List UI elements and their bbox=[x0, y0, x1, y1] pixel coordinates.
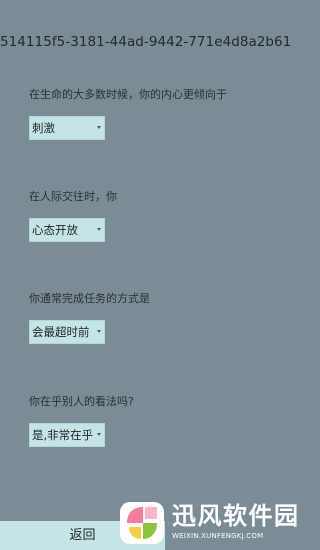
dropdown-arrow-icon bbox=[97, 228, 101, 231]
dropdown-arrow-icon bbox=[97, 126, 101, 129]
question-2-label: 在人际交往时，你 bbox=[29, 190, 117, 203]
question-3-selected-value: 会最超时前 bbox=[32, 325, 90, 339]
question-2-select[interactable]: 心态开放 bbox=[29, 218, 105, 242]
question-3-label: 你通常完成任务的方式是 bbox=[29, 292, 150, 305]
session-id-text: 514115f5-3181-44ad-9442-771e4d8a2b61 bbox=[0, 34, 292, 50]
question-4-selected-value: 是,非常在乎 bbox=[32, 428, 94, 442]
back-button-label: 返回 bbox=[69, 528, 96, 543]
question-1-label: 在生命的大多数时候，你的内心更倾向于 bbox=[29, 88, 227, 101]
question-3-select[interactable]: 会最超时前 bbox=[29, 320, 105, 344]
site-watermark: 迅风软件园 WEIXIN.XUNFENGKJ.COM bbox=[112, 496, 310, 550]
question-2-selected-value: 心态开放 bbox=[32, 223, 78, 237]
question-4-label: 你在乎别人的看法吗? bbox=[29, 395, 134, 408]
question-1-selected-value: 刺激 bbox=[32, 121, 55, 135]
xunfeng-logo-icon bbox=[120, 502, 164, 544]
question-1-select[interactable]: 刺激 bbox=[29, 116, 105, 140]
question-4-select[interactable]: 是,非常在乎 bbox=[29, 423, 105, 447]
dropdown-arrow-icon bbox=[97, 433, 101, 436]
watermark-subtitle: WEIXIN.XUNFENGKJ.COM bbox=[172, 532, 264, 540]
dropdown-arrow-icon bbox=[97, 330, 101, 333]
watermark-title: 迅风软件园 bbox=[172, 502, 300, 530]
